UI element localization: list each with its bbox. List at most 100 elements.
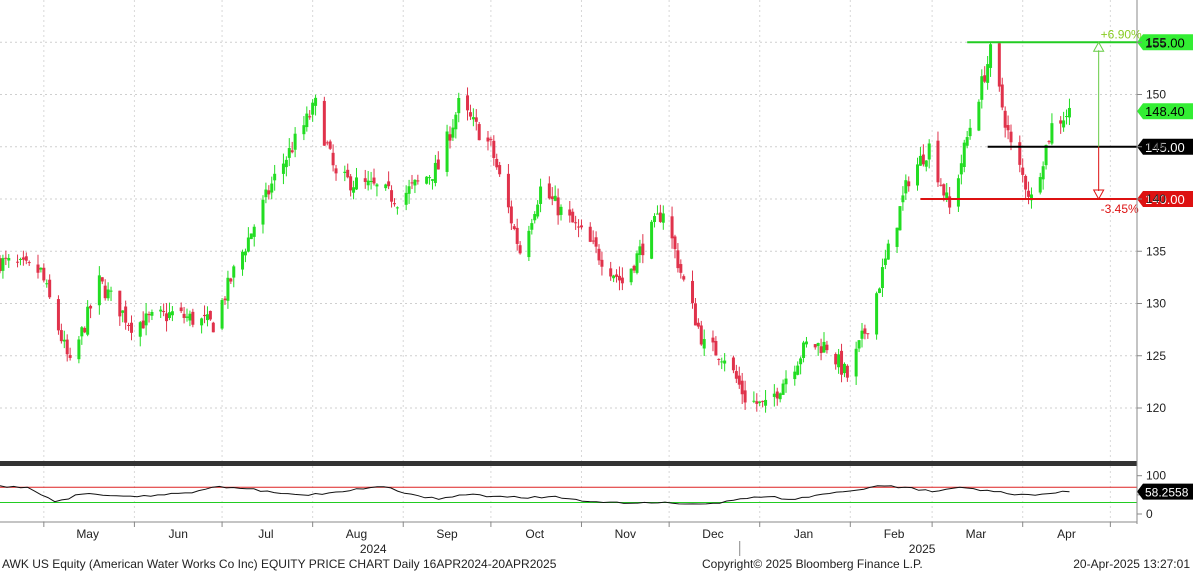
x-tick-label: Nov — [615, 527, 636, 541]
candle-down — [127, 324, 131, 326]
candle-up — [860, 330, 864, 339]
candle-down — [682, 276, 686, 280]
candle-up — [284, 159, 288, 168]
candle-down — [0, 258, 2, 272]
candle-up — [302, 125, 306, 135]
candle-down — [691, 280, 695, 304]
candle-up — [109, 290, 113, 292]
candle-down — [743, 390, 747, 403]
candle-down — [711, 337, 715, 343]
candle-down — [208, 310, 212, 320]
candle-up — [804, 341, 808, 345]
candle-up — [220, 300, 224, 329]
candle-up — [287, 148, 291, 158]
candle-up — [86, 306, 90, 335]
candle-up — [720, 361, 724, 363]
candle-down — [547, 183, 551, 199]
candle-down — [591, 240, 595, 242]
candle-down — [489, 138, 493, 140]
candle-up — [97, 275, 101, 306]
candle-down — [942, 184, 946, 196]
candle-down — [714, 340, 718, 356]
candle-down — [693, 303, 697, 326]
candle-up — [527, 230, 531, 258]
candle-up — [305, 113, 309, 128]
candle-down — [609, 268, 613, 277]
candle-down — [325, 142, 329, 144]
x-tick-label: Apr — [1057, 527, 1076, 541]
candle-down — [825, 344, 829, 351]
candle-up — [369, 180, 373, 182]
candle-down — [717, 358, 721, 360]
candle-down — [328, 141, 332, 149]
candle-down — [129, 322, 133, 333]
candle-down — [737, 375, 741, 385]
candle-up — [1, 258, 5, 271]
candle-up — [799, 358, 803, 365]
candle-down — [577, 226, 581, 228]
candle-up — [752, 400, 756, 402]
candle-up — [796, 365, 800, 375]
candle-down — [740, 380, 744, 395]
candle-up — [314, 97, 318, 106]
candle-up — [977, 101, 981, 131]
candle-down — [387, 181, 391, 187]
candle-up — [167, 312, 171, 319]
candle-up — [1038, 177, 1042, 193]
candle-down — [813, 344, 817, 348]
candle-down — [696, 322, 700, 327]
candle-up — [822, 341, 826, 353]
candle-up — [273, 173, 277, 181]
candle-down — [515, 227, 519, 244]
candle-up — [784, 378, 788, 385]
candle-up — [816, 342, 820, 347]
candle-down — [734, 371, 738, 379]
candle-up — [425, 176, 429, 184]
x-axis: May Jun Jul Aug Sep Oct Nov Dec Jan Feb Mar Apr 2024… — [0, 521, 1137, 556]
candle-up — [395, 207, 399, 209]
candle-down — [1047, 141, 1051, 143]
candle-down — [392, 203, 396, 205]
candle-down — [834, 354, 838, 365]
candle-up — [159, 309, 163, 312]
candle-up — [232, 266, 236, 278]
panel-divider[interactable] — [0, 461, 1137, 466]
candle-down — [59, 330, 63, 342]
rsi-y-tick-label: 0 — [1146, 507, 1153, 521]
candle-up — [249, 233, 253, 240]
candle-down — [468, 112, 472, 117]
candle-up — [918, 155, 922, 166]
candle-up — [144, 313, 148, 326]
candle-down — [89, 305, 93, 309]
candle-down — [103, 285, 107, 299]
candle-up — [959, 163, 963, 175]
candle-down — [56, 299, 60, 331]
candle-up — [7, 257, 11, 261]
candle-down — [211, 322, 215, 333]
candle-up — [200, 318, 204, 326]
candle-down — [588, 226, 592, 242]
candle-down — [731, 357, 735, 371]
candle-up — [901, 195, 905, 203]
candle-up — [241, 251, 245, 270]
candle-down — [1059, 120, 1063, 124]
candle-down — [997, 43, 1001, 87]
candle-up — [185, 316, 189, 318]
candle-down — [179, 307, 183, 312]
candle-up — [898, 206, 902, 231]
candle-down — [322, 100, 326, 146]
candle-up — [1062, 120, 1066, 128]
x-tick-label: Aug — [346, 527, 367, 541]
y-tick-label: 130 — [1146, 297, 1166, 311]
candle-down — [21, 257, 25, 260]
x-tick-label: Jan — [794, 527, 813, 541]
candle-down — [550, 196, 554, 200]
main-y-axis: 120 125 130 135 140 145 150 155 — [1137, 35, 1166, 415]
candle-up — [1065, 116, 1069, 118]
candle-up — [612, 275, 616, 279]
candle-down — [679, 264, 683, 273]
candle-down — [670, 216, 674, 239]
candle-up — [895, 227, 899, 247]
candle-down — [486, 137, 490, 142]
candle-up — [246, 237, 250, 252]
